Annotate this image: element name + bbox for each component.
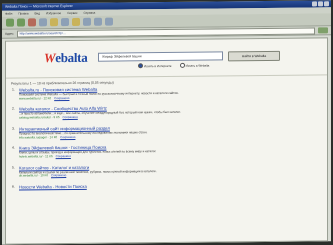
result-url-text: hotels.webalta.ru/ - 11 Кб — [19, 154, 53, 159]
result-number: 4. — [12, 145, 15, 150]
close-button[interactable] — [324, 1, 329, 7]
result-url: dir.webalta.ru/ - 10 Кб Сохранено — [19, 172, 319, 179]
search-header: Webalta Жираф Эйфелевой башни Найти в We… — [6, 38, 327, 79]
search-icon[interactable] — [61, 18, 69, 27]
webalta-logo[interactable]: Webalta — [44, 50, 87, 66]
window-controls — [312, 0, 331, 7]
address-label: Адрес — [5, 31, 14, 36]
result-title-link[interactable]: Новости Webalta - Новости Поиска — [19, 181, 319, 190]
result-url: hotels.webalta.ru/ - 11 Кб Сохранено — [19, 152, 319, 159]
radio-internet[interactable]: Искать в Интернете — [138, 63, 172, 69]
cached-link[interactable]: Сохранено — [63, 115, 78, 119]
cached-link[interactable]: Сохранено — [60, 135, 75, 139]
menu-item-file[interactable]: Файл — [5, 11, 12, 17]
forward-icon[interactable] — [17, 18, 25, 27]
result-number: 2. — [12, 106, 15, 112]
favorites-icon[interactable] — [72, 17, 80, 26]
result-url-text: catalog.webalta.ru/auto/ - 9 Кб — [19, 115, 60, 120]
logo-rest: ebalta — [55, 49, 88, 66]
result-url-text: info.webalta.ru/page/ - 14 Кб — [19, 134, 58, 140]
cached-link[interactable]: Сохранено — [51, 173, 66, 177]
result-item: 5. Каталог сайтов - Каталог и каталоги К… — [12, 162, 319, 179]
address-input[interactable]: http://www.webalta.ru/search?q=... — [16, 26, 315, 38]
minimize-button[interactable] — [312, 1, 317, 7]
radio-webalta[interactable]: Искать в Webalta — [179, 62, 210, 68]
history-icon[interactable] — [83, 17, 91, 26]
result-item: 6. Новости Webalta - Новости Поиска — [12, 181, 319, 190]
result-number: 6. — [12, 184, 15, 189]
search-button[interactable]: Найти в Webalta — [228, 50, 280, 62]
result-number: 1. — [12, 87, 15, 92]
home-icon[interactable] — [50, 18, 58, 27]
menu-item-tools[interactable]: Сервис — [67, 10, 77, 16]
result-url-text: dir.webalta.ru/ - 10 Кб — [19, 173, 48, 178]
result-url-text: www.webalta.ru/ - 12 Кб — [19, 96, 52, 101]
result-item: 4. Книга Эйфелевой башни - Гостиница Пои… — [12, 143, 319, 160]
search-scope: Искать в Интернете Искать в Webalta — [138, 62, 210, 69]
menu-item-edit[interactable]: Правка — [18, 10, 28, 16]
result-number: 5. — [12, 165, 15, 170]
search-input[interactable]: Жираф Эйфелевой башни — [98, 51, 223, 62]
logo-initial: W — [44, 50, 56, 66]
print-icon[interactable] — [105, 17, 113, 26]
result-number: 3. — [12, 126, 15, 131]
back-icon[interactable] — [6, 18, 14, 27]
result-item: 3. Интерактивный сайт информационный раз… — [12, 123, 319, 140]
maximize-button[interactable] — [318, 1, 323, 7]
go-button[interactable] — [318, 27, 328, 34]
result-item: 1. Webalta.ru - Поисковая система Webalt… — [12, 84, 319, 101]
result-item: 2. Webalta каталог - Сообщество Auto Alf… — [12, 104, 319, 121]
stop-icon[interactable] — [28, 18, 36, 27]
menu-item-help[interactable]: Справка — [83, 10, 95, 16]
radio-label: Искать в Интернете — [144, 63, 172, 68]
menu-item-view[interactable]: Вид — [35, 10, 40, 16]
cached-link[interactable]: Сохранено — [56, 154, 71, 158]
radio-checked-icon — [138, 63, 143, 69]
menu-item-favorites[interactable]: Избранное — [46, 10, 61, 16]
cached-link[interactable]: Сохранено — [54, 96, 69, 100]
page-content: Webalta Жираф Эйфелевой башни Найти в We… — [5, 37, 328, 245]
results-list: 1. Webalta.ru - Поисковая система Webalt… — [6, 84, 327, 190]
browser-window: Webalta Поиск — Microsoft Internet Explo… — [2, 0, 331, 245]
radio-label: Искать в Webalta — [185, 63, 210, 68]
refresh-icon[interactable] — [39, 18, 47, 27]
mail-icon[interactable] — [94, 17, 102, 26]
radio-unchecked-icon — [179, 62, 185, 68]
